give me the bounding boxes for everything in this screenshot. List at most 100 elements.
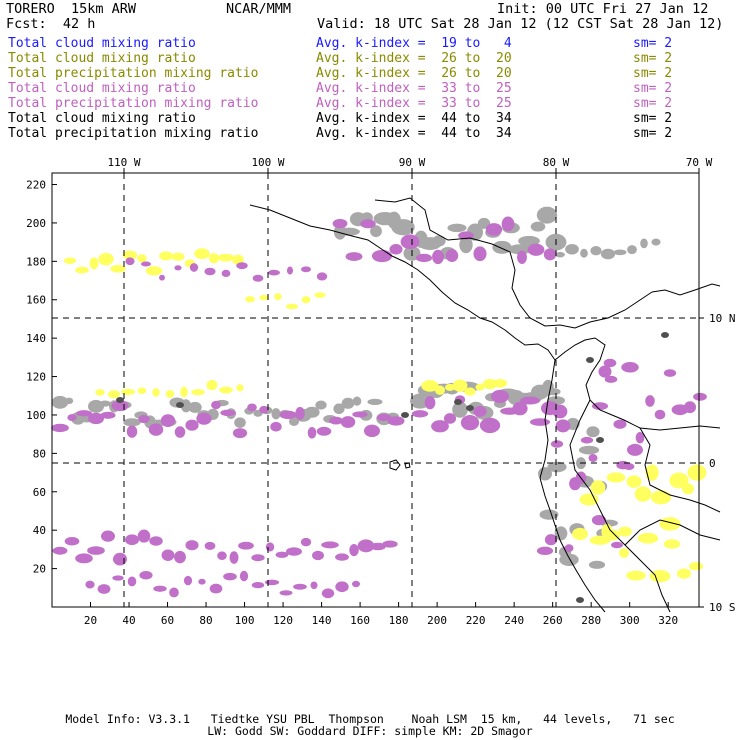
purple-cloud	[387, 416, 405, 426]
purple-cloud	[443, 413, 457, 424]
yellow-cloud	[75, 266, 89, 274]
yellow-cloud	[435, 385, 445, 395]
purple-cloud	[51, 423, 69, 433]
purple-cloud	[204, 541, 216, 550]
weather-map: 20 40 60 80 100 120 140 160 180 200 220 240 260 280 30…	[26, 156, 735, 627]
purple-cloud	[75, 553, 93, 564]
purple-cloud	[239, 570, 249, 582]
legend-smoothing: sm= 2	[633, 36, 673, 51]
y-tick-label: 140	[26, 332, 46, 345]
x-tick-label: 120	[273, 614, 293, 627]
purple-cloud	[264, 579, 280, 586]
legend-row: Total precipitation mixing ratio Avg. k-i…	[8, 66, 688, 81]
purple-cloud	[693, 392, 707, 401]
y-tick-label: 200	[26, 217, 46, 230]
dark-core	[576, 597, 584, 603]
purple-cloud	[238, 541, 254, 550]
purple-cloud	[683, 401, 697, 414]
yellow-cloud	[314, 292, 326, 298]
purple-cloud	[100, 530, 116, 542]
purple-cloud	[321, 541, 339, 549]
gray-cloud	[590, 246, 602, 256]
yellow-cloud	[217, 253, 235, 262]
y-tick-label: 160	[26, 294, 46, 307]
x-tick-label: 160	[350, 614, 370, 627]
yellow-cloud	[219, 386, 233, 394]
yellow-cloud	[649, 569, 671, 583]
purple-cloud	[527, 243, 545, 256]
yellow-cloud	[650, 490, 672, 505]
y-tick-label: 40	[33, 524, 46, 537]
yellow-cloud	[688, 561, 704, 571]
purple-cloud	[335, 553, 349, 561]
dark-core	[176, 402, 184, 408]
gray-cloud	[447, 223, 467, 233]
purple-cloud	[97, 584, 111, 594]
legend-smoothing: sm= 2	[633, 66, 673, 81]
yellow-cloud	[206, 379, 218, 391]
purple-cloud	[300, 537, 312, 547]
yellow-cloud	[110, 264, 126, 273]
forecast-hour: Fcst: 42 h	[6, 16, 96, 32]
yellow-cloud	[572, 527, 588, 541]
purple-cloud	[236, 262, 248, 270]
purple-cloud	[371, 249, 393, 263]
gray-cloud	[123, 418, 141, 427]
purple-cloud	[623, 463, 635, 471]
yellow-cloud	[618, 526, 632, 537]
island-small	[404, 462, 411, 469]
purple-cloud	[604, 375, 618, 383]
purple-cloud	[259, 405, 269, 414]
legend-kindex: Avg. k-index = 33 to 25	[316, 96, 512, 111]
gray-cloud	[600, 248, 616, 260]
purple-cloud	[196, 412, 212, 425]
purple-cloud	[363, 424, 381, 438]
purple-cloud	[270, 421, 282, 432]
purple-cloud	[485, 223, 503, 236]
y-tick-label: 60	[33, 486, 46, 499]
purple-cloud	[654, 409, 666, 420]
legend-smoothing: sm= 2	[633, 81, 673, 96]
purple-cloud	[232, 428, 248, 439]
purple-cloud	[223, 572, 237, 581]
x-tick-label: 60	[161, 614, 174, 627]
purple-cloud	[126, 425, 138, 438]
purple-cloud	[432, 249, 444, 265]
physics-info-line: LW: Godd SW: Goddard DIFF: simple KM: 2D…	[207, 724, 533, 738]
purple-cloud	[286, 266, 294, 275]
x-tick-label: 80	[199, 614, 212, 627]
yellow-cloud	[259, 294, 269, 301]
purple-cloud	[598, 365, 612, 378]
yellow-cloud	[236, 384, 244, 392]
legend-variable: Total precipitation mixing ratio	[8, 96, 259, 111]
purple-cloud	[529, 418, 551, 426]
purple-cloud	[627, 443, 643, 456]
purple-cloud	[543, 248, 557, 261]
gray-cloud	[234, 417, 246, 428]
lon-label: 100 W	[251, 156, 284, 169]
dark-core	[586, 357, 594, 363]
yellow-cloud	[245, 296, 255, 303]
dark-core	[661, 332, 669, 338]
yellow-cloud	[301, 296, 311, 304]
legend-variable: Total precipitation mixing ratio	[8, 66, 259, 81]
purple-cloud	[645, 395, 655, 407]
gray-cloud	[338, 227, 360, 236]
valid-time: Valid: 18 UTC Sat 28 Jan 12 (12 CST Sat …	[317, 16, 724, 32]
purple-cloud	[141, 261, 151, 267]
purple-cloud	[286, 547, 302, 556]
purple-cloud	[663, 369, 677, 377]
gray-cloud	[64, 397, 74, 405]
purple-cloud	[580, 436, 594, 444]
legend-kindex: Avg. k-index = 26 to 20	[316, 66, 512, 81]
purple-cloud	[345, 252, 363, 261]
gray-cloud	[580, 248, 588, 258]
purple-cloud	[138, 415, 150, 424]
purple-cloud	[445, 249, 459, 263]
purple-cloud	[174, 265, 182, 271]
init-time: Init: 00 UTC Fri 27 Jan 12	[497, 1, 709, 17]
gray-cloud	[565, 244, 579, 255]
purple-cloud	[229, 551, 239, 564]
yellow-cloud	[681, 483, 695, 495]
yellow-cloud	[191, 389, 205, 396]
